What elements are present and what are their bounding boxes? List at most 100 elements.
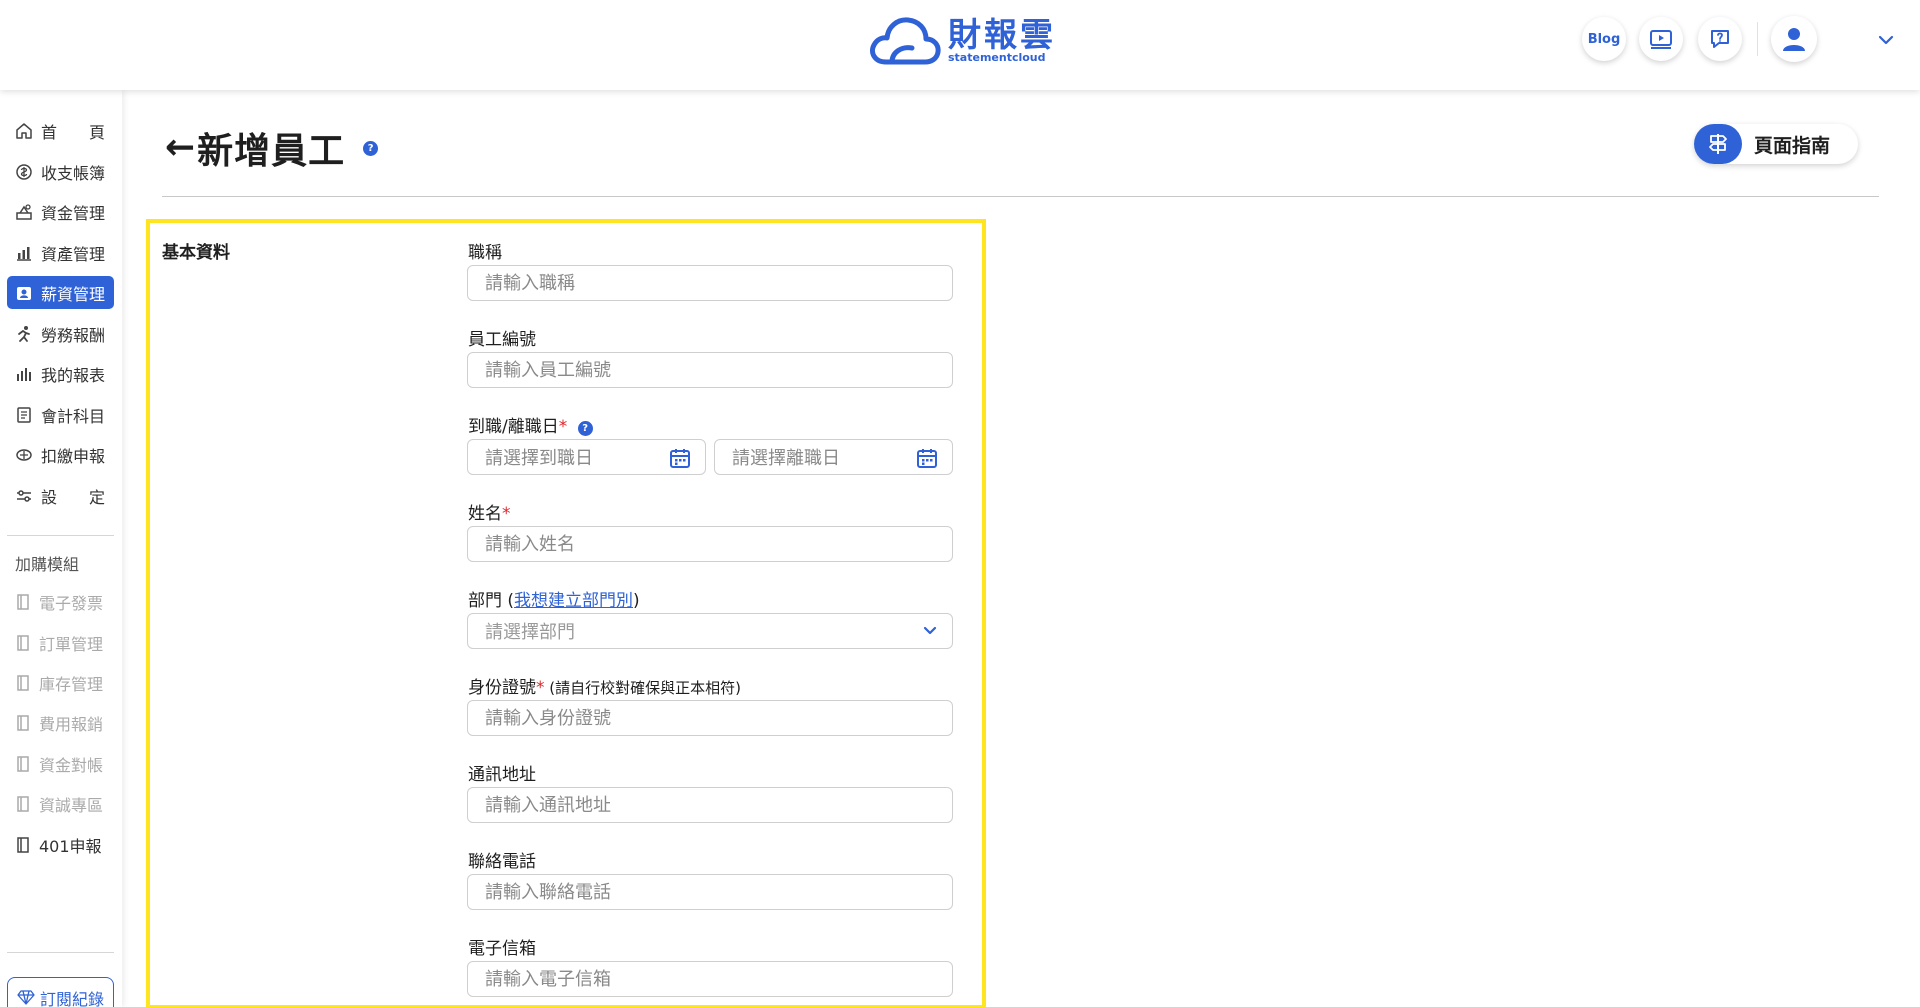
create-department-link[interactable]: 我想建立部門別 (514, 591, 633, 611)
name-label-text: 姓名 (468, 504, 502, 524)
sidebar-label: 資金管理 (41, 203, 106, 223)
book-icon (17, 714, 29, 731)
sidebar-item-home[interactable]: 首頁 (7, 114, 114, 147)
video-guide-button[interactable] (1639, 17, 1683, 61)
help-icon[interactable]: ? (363, 140, 379, 156)
sidebar-label: 薪資管理 (41, 284, 106, 304)
start-date-placeholder: 請選擇到職日 (485, 448, 593, 469)
help-chat-icon (1711, 30, 1729, 48)
sidebar-item-funds[interactable]: 資金管理 (7, 195, 114, 228)
page-guide-button[interactable]: 頁面指南 (1694, 124, 1858, 164)
blog-button[interactable]: Blog (1582, 17, 1626, 61)
user-avatar-button[interactable] (1771, 16, 1817, 62)
required-mark: * (536, 678, 545, 698)
subscription-button[interactable]: 訂閱紀錄 (7, 977, 114, 1007)
employee-no-label-text: 員工編號 (468, 330, 536, 350)
back-arrow-button[interactable]: ← (165, 130, 195, 166)
header-divider (1757, 22, 1758, 56)
tax-icon (16, 448, 32, 461)
ledger-icon (17, 406, 31, 423)
department-placeholder: 請選擇部門 (485, 622, 575, 643)
sidebar-addon-401[interactable]: 401申報 (7, 828, 114, 861)
book-icon (17, 674, 29, 691)
phone-input[interactable] (467, 874, 953, 910)
dates-help-icon[interactable]: ? (577, 421, 593, 436)
address-label: 通訊地址 (468, 760, 536, 785)
sidebar-label: 費用報銷 (39, 714, 104, 734)
signpost-icon (1709, 134, 1727, 154)
chevron-down-icon (1878, 35, 1894, 45)
end-date-input[interactable]: 請選擇離職日 (714, 439, 953, 475)
job-title-input[interactable] (467, 265, 953, 301)
fund-icon (16, 203, 32, 220)
phone-label: 聯絡電話 (468, 847, 536, 872)
paren: ( (502, 591, 515, 611)
dates-label: 到職/離職日* ? (468, 412, 593, 437)
sidebar-item-ledger[interactable]: 收支帳簿 (7, 155, 114, 188)
sidebar-divider (7, 535, 114, 536)
cloud-logo-icon (870, 17, 941, 65)
book-icon (17, 836, 29, 853)
sidebar-item-reports[interactable]: 我的報表 (7, 357, 114, 390)
sidebar-item-labor[interactable]: 勞務報酬 (7, 317, 114, 350)
sidebar-label: 我的報表 (41, 365, 106, 385)
sidebar-label: 定 (88, 487, 105, 507)
logo-title: 財報雲 (948, 14, 1056, 54)
employee-no-input[interactable] (467, 352, 953, 388)
sidebar-item-settings[interactable]: 設定 (7, 479, 114, 512)
sidebar-addon-orders[interactable]: 訂單管理 (7, 626, 114, 659)
sidebar-label: 庫存管理 (39, 674, 104, 694)
sidebar-divider (7, 952, 114, 953)
title-divider (162, 196, 1879, 197)
name-label: 姓名* (468, 499, 511, 524)
user-menu-toggle[interactable] (1874, 28, 1898, 52)
sidebar: 首頁 收支帳簿 資金管理 資產管理 薪資管理 勞務報酬 我的報表 會計科目 扣繳… (0, 90, 122, 1007)
sidebar-label: 訂單管理 (39, 634, 104, 654)
sidebar-addon-expenses[interactable]: 費用報銷 (7, 706, 114, 739)
department-select[interactable]: 請選擇部門 (467, 613, 953, 649)
payroll-icon (17, 286, 31, 300)
paren: ) (633, 591, 640, 611)
subscription-label: 訂閱紀錄 (39, 990, 104, 1007)
sidebar-label: 收支帳簿 (41, 163, 106, 183)
address-input[interactable] (467, 787, 953, 823)
sidebar-item-withholding[interactable]: 扣繳申報 (7, 438, 114, 471)
page-title: 新增員工 (197, 131, 346, 172)
top-header: 財報雲 statementcloud Blog (0, 0, 1920, 90)
start-date-input[interactable]: 請選擇到職日 (467, 439, 706, 475)
name-input[interactable] (467, 526, 953, 562)
email-label: 電子信箱 (468, 934, 536, 959)
page-guide-label: 頁面指南 (1754, 134, 1831, 157)
chevron-down-icon (923, 626, 937, 635)
book-icon (17, 634, 29, 651)
page-title-row: ← 新增員工 ? (165, 122, 379, 174)
email-label-text: 電子信箱 (468, 939, 536, 959)
id-no-input[interactable] (467, 700, 953, 736)
sidebar-label: 設 (41, 487, 58, 507)
email-input[interactable] (467, 961, 953, 997)
logo-subtitle: statementcloud (948, 50, 1046, 64)
video-book-icon (1650, 30, 1672, 49)
sidebar-addon-inventory[interactable]: 庫存管理 (7, 666, 114, 699)
sidebar-item-assets[interactable]: 資產管理 (7, 236, 114, 269)
sidebar-label: 401申報 (39, 836, 102, 856)
sidebar-addon-pwc[interactable]: 資誠專區 (7, 787, 114, 820)
guide-icon-wrap (1694, 124, 1742, 164)
sidebar-label: 扣繳申報 (41, 446, 106, 466)
sidebar-label: 電子發票 (39, 593, 104, 613)
sidebar-item-accounts[interactable]: 會計科目 (7, 398, 114, 431)
diamond-icon (17, 990, 35, 1005)
employee-no-label: 員工編號 (468, 325, 536, 350)
sidebar-item-payroll[interactable]: 薪資管理 (7, 276, 114, 309)
logo[interactable]: 財報雲 statementcloud (868, 14, 1056, 66)
book-icon (17, 755, 29, 772)
sidebar-addon-einvoice[interactable]: 電子發票 (7, 585, 114, 618)
calendar-icon (917, 449, 937, 468)
bar-chart-icon (17, 367, 31, 381)
end-date-placeholder: 請選擇離職日 (732, 448, 840, 469)
id-no-label-text: 身份證號 (468, 678, 536, 698)
phone-label-text: 聯絡電話 (468, 852, 536, 872)
help-chat-button[interactable] (1698, 17, 1742, 61)
sidebar-addon-reconcile[interactable]: 資金對帳 (7, 747, 114, 780)
job-title-label-text: 職稱 (468, 243, 502, 263)
